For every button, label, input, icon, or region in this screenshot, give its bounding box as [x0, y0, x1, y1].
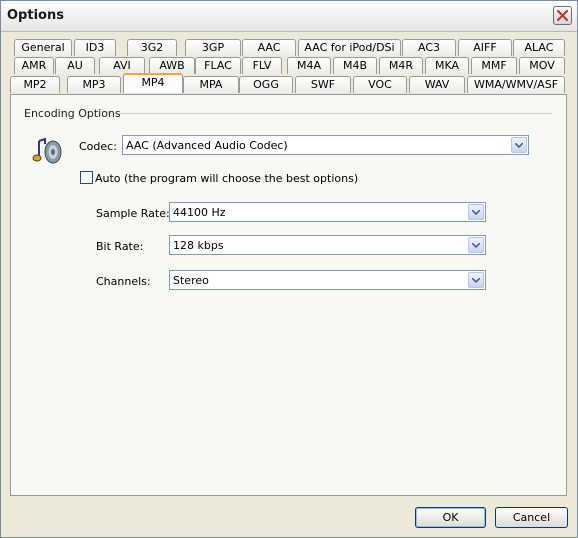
chevron-down-icon	[515, 143, 523, 148]
cancel-button[interactable]: Cancel	[495, 507, 568, 528]
tab-mka[interactable]: MKA	[425, 57, 469, 74]
group-divider	[119, 113, 552, 114]
tab-wav[interactable]: WAV	[409, 76, 465, 93]
tab-id3[interactable]: ID3	[74, 39, 116, 56]
codec-dropdown-button[interactable]	[511, 137, 527, 153]
tab-swf[interactable]: SWF	[295, 76, 351, 93]
ok-button[interactable]: OK	[415, 507, 486, 528]
auto-label: Auto (the program will choose the best o…	[95, 172, 359, 185]
tab-alac[interactable]: ALAC	[513, 39, 565, 56]
tab-flv[interactable]: FLV	[242, 57, 282, 74]
tab-avi[interactable]: AVI	[99, 57, 145, 74]
channels-label: Channels:	[96, 275, 151, 288]
chevron-down-icon	[472, 243, 480, 248]
close-icon	[557, 10, 568, 21]
tab-general[interactable]: General	[14, 39, 72, 56]
audio-speaker-icon	[32, 137, 62, 164]
sample-rate-select[interactable]: 44100 Hz	[169, 202, 486, 222]
bit-rate-dropdown-button[interactable]	[468, 237, 484, 253]
tab-voc[interactable]: VOC	[353, 76, 407, 93]
sample-rate-value: 44100 Hz	[173, 206, 226, 219]
window-title: Options	[7, 8, 64, 23]
tab-mp4[interactable]: MP4	[123, 73, 183, 93]
tab-aac-ipod[interactable]: AAC for iPod/DSi	[298, 39, 401, 56]
tab-3g2[interactable]: 3G2	[127, 39, 177, 56]
auto-checkbox[interactable]	[80, 171, 93, 184]
codec-value: AAC (Advanced Audio Codec)	[126, 139, 288, 152]
tab-aiff[interactable]: AIFF	[458, 39, 512, 56]
bit-rate-value: 128 kbps	[173, 239, 224, 252]
tab-aac[interactable]: AAC	[242, 39, 296, 56]
sample-rate-label: Sample Rate:	[96, 207, 170, 220]
tab-mmf[interactable]: MMF	[471, 57, 517, 74]
bit-rate-label: Bit Rate:	[96, 240, 144, 253]
tab-mp3[interactable]: MP3	[67, 76, 121, 93]
tab-ogg[interactable]: OGG	[239, 76, 293, 93]
chevron-down-icon	[472, 278, 480, 283]
tab-mov[interactable]: MOV	[519, 57, 565, 74]
codec-select[interactable]: AAC (Advanced Audio Codec)	[122, 135, 529, 155]
close-button[interactable]	[553, 6, 572, 25]
tab-wma-wmv-asf[interactable]: WMA/WMV/ASF	[467, 76, 565, 93]
mp4-options-panel: Encoding Options Codec: AAC (Advanced Au…	[10, 94, 567, 496]
tab-mp2[interactable]: MP2	[10, 76, 60, 93]
tab-m4r[interactable]: M4R	[379, 57, 423, 74]
channels-select[interactable]: Stereo	[169, 270, 486, 290]
channels-dropdown-button[interactable]	[468, 272, 484, 288]
tab-mpa[interactable]: MPA	[183, 76, 239, 93]
tab-m4b[interactable]: M4B	[333, 57, 377, 74]
tab-au[interactable]: AU	[55, 57, 95, 74]
sample-rate-dropdown-button[interactable]	[468, 204, 484, 220]
codec-label: Codec:	[79, 140, 117, 153]
options-window: Options General ID3 3G2 3GP AAC AAC for …	[0, 0, 578, 538]
tab-m4a[interactable]: M4A	[287, 57, 331, 74]
bit-rate-select[interactable]: 128 kbps	[169, 235, 486, 255]
title-bar: Options	[1, 1, 577, 32]
tab-ac3[interactable]: AC3	[402, 39, 456, 56]
encoding-options-label: Encoding Options	[24, 107, 121, 120]
tab-awb[interactable]: AWB	[149, 57, 195, 74]
tab-3gp[interactable]: 3GP	[185, 39, 241, 56]
chevron-down-icon	[472, 210, 480, 215]
tab-flac[interactable]: FLAC	[195, 57, 241, 74]
channels-value: Stereo	[173, 274, 209, 287]
tab-amr[interactable]: AMR	[14, 57, 54, 74]
